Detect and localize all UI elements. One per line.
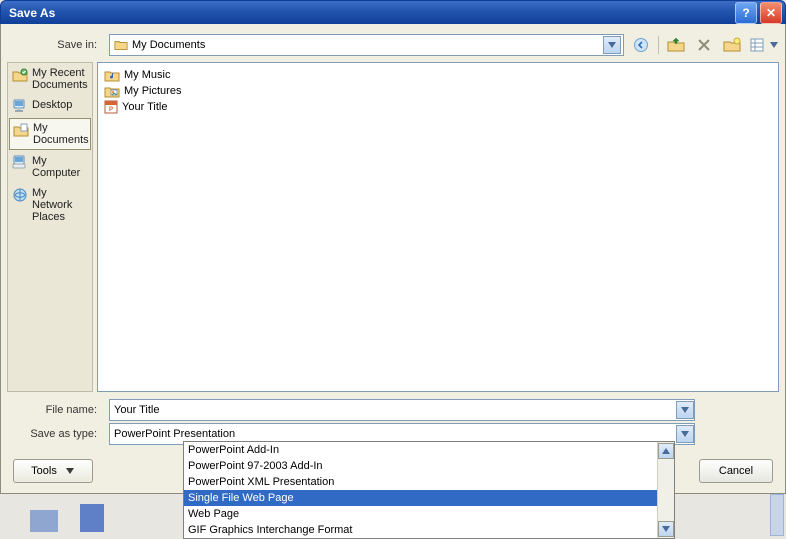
place-icon: [12, 187, 28, 203]
places-item-my-recent-documents[interactable]: My Recent Documents: [8, 63, 92, 95]
bg-scrollbar: [770, 494, 784, 536]
help-button[interactable]: ?: [735, 2, 757, 24]
place-icon: [13, 122, 29, 138]
file-name-label: File name:: [7, 404, 103, 416]
save-in-combo[interactable]: My Documents: [109, 34, 624, 56]
save-in-row: Save in: My Documents: [7, 34, 779, 56]
cancel-button[interactable]: Cancel: [699, 459, 773, 483]
scroll-up-button[interactable]: [658, 443, 674, 459]
save-as-type-dropdown-button[interactable]: [676, 425, 694, 443]
main-area: My Recent Documents Desktop My Documents My…: [7, 62, 779, 392]
type-option[interactable]: PowerPoint XML Presentation: [184, 474, 674, 490]
tools-label: Tools: [31, 465, 57, 477]
file-item[interactable]: P Your Title: [104, 99, 772, 115]
pictures-folder-icon: [104, 84, 120, 98]
tools-button[interactable]: Tools: [13, 459, 93, 483]
views-button[interactable]: [749, 34, 779, 56]
save-as-type-value: PowerPoint Presentation: [110, 428, 676, 440]
type-option[interactable]: GIF Graphics Interchange Format: [184, 522, 674, 538]
new-folder-button[interactable]: [721, 34, 743, 56]
file-name-input[interactable]: [110, 401, 676, 419]
bg-thumb: [80, 504, 104, 532]
type-option[interactable]: PowerPoint Add-In: [184, 442, 674, 458]
place-label: My Network Places: [32, 187, 88, 223]
type-option[interactable]: Web Page: [184, 506, 674, 522]
presentation-icon: P: [104, 100, 118, 114]
file-item[interactable]: My Music: [104, 67, 772, 83]
place-label: My Computer: [32, 155, 88, 179]
save-in-value: My Documents: [132, 39, 603, 51]
music-folder-icon: [104, 68, 120, 82]
places-bar: My Recent Documents Desktop My Documents My…: [7, 62, 93, 392]
svg-text:P: P: [109, 107, 113, 113]
places-item-my-documents[interactable]: My Documents: [9, 118, 91, 150]
up-one-level-button[interactable]: [665, 34, 687, 56]
places-item-my-computer[interactable]: My Computer: [8, 151, 92, 183]
file-name: My Music: [124, 69, 170, 81]
place-label: My Documents: [33, 122, 89, 146]
title-bar: Save As ? ✕: [0, 0, 786, 26]
back-button[interactable]: [630, 34, 652, 56]
place-label: My Recent Documents: [32, 67, 88, 91]
file-item[interactable]: My Pictures: [104, 83, 772, 99]
file-name-row: File name:: [7, 398, 779, 422]
dialog-body: Save in: My Documents: [0, 24, 786, 494]
save-in-dropdown-button[interactable]: [603, 36, 621, 54]
file-name: My Pictures: [124, 85, 181, 97]
cancel-label: Cancel: [719, 465, 753, 477]
save-as-type-dropdown-list[interactable]: PowerPoint Add-InPowerPoint 97-2003 Add-…: [183, 441, 675, 539]
place-icon: [12, 155, 28, 169]
bg-thumb: [30, 510, 58, 532]
file-name-combo[interactable]: [109, 399, 695, 421]
scroll-down-button[interactable]: [658, 521, 674, 537]
save-in-label: Save in:: [7, 39, 103, 51]
delete-button[interactable]: [693, 34, 715, 56]
dropdown-scrollbar[interactable]: [657, 442, 674, 538]
places-item-my-network-places[interactable]: My Network Places: [8, 183, 92, 227]
places-item-desktop[interactable]: Desktop: [8, 95, 92, 117]
folder-icon: [114, 39, 128, 51]
place-icon: [12, 67, 28, 83]
toolbar-separator: [658, 36, 659, 54]
close-button[interactable]: ✕: [760, 2, 782, 24]
type-option[interactable]: Single File Web Page: [184, 490, 674, 506]
place-icon: [12, 99, 28, 113]
file-list[interactable]: My Music My Pictures P Your Title: [97, 62, 779, 392]
file-name: Your Title: [122, 101, 167, 113]
save-as-type-label: Save as type:: [7, 428, 103, 440]
place-label: Desktop: [32, 99, 72, 111]
bottom-controls: File name: Save as type: PowerPoint Pres…: [7, 398, 779, 446]
dialog-title: Save As: [1, 6, 735, 20]
file-name-dropdown-button[interactable]: [676, 401, 694, 419]
type-option[interactable]: PowerPoint 97-2003 Add-In: [184, 458, 674, 474]
chevron-down-icon: [65, 468, 75, 474]
